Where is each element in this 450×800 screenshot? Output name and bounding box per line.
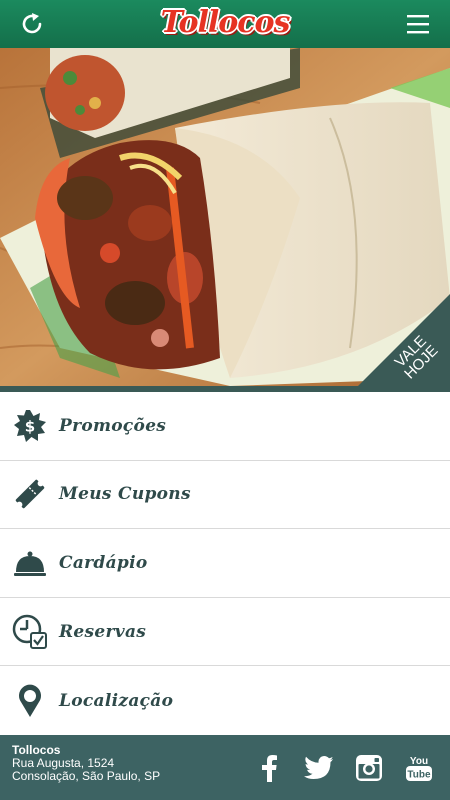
menu-item-label: Cardápio: [59, 552, 148, 573]
twitter-icon[interactable]: [304, 753, 334, 783]
menu-item-label: Meus Cupons: [59, 484, 191, 505]
svg-text:$: $: [25, 417, 35, 435]
menu-item-meus-cupons[interactable]: Meus Cupons: [0, 460, 450, 530]
map-pin-icon: [12, 683, 48, 719]
food-cloche-icon: [12, 545, 48, 581]
menu-item-label: Reservas: [59, 621, 147, 642]
address-block: Tollocos Rua Augusta, 1524 Consolação, S…: [12, 744, 160, 791]
svg-text:You: You: [410, 756, 428, 767]
menu-item-promocoes[interactable]: $ Promoções: [0, 392, 450, 461]
menu-item-label: Promoções: [59, 415, 167, 436]
ticket-icon: [12, 476, 48, 512]
hamburger-menu-icon[interactable]: [400, 6, 436, 42]
refresh-icon[interactable]: [14, 6, 50, 42]
brand-logo: Tollocos: [160, 5, 291, 40]
main-menu: $ Promoções Meus Cupons Cardápio Reserva…: [0, 392, 450, 735]
youtube-icon[interactable]: You Tube: [404, 753, 434, 783]
menu-item-label: Localização: [59, 690, 174, 711]
dollar-badge-icon: $: [12, 408, 48, 444]
menu-item-localizacao[interactable]: Localização: [0, 666, 450, 735]
svg-text:Tube: Tube: [407, 769, 431, 780]
app-header: Tollocos: [0, 0, 450, 48]
instagram-icon[interactable]: [354, 753, 384, 783]
facebook-icon[interactable]: [254, 753, 284, 783]
footer-bar: Tollocos Rua Augusta, 1524 Consolação, S…: [0, 735, 450, 800]
app-screen: Tollocos VALE HOJE $ Promoções Meus Cupo…: [0, 0, 450, 800]
menu-item-cardapio[interactable]: Cardápio: [0, 529, 450, 598]
city-address: Consolação, São Paulo, SP: [12, 769, 161, 783]
hero-food-image[interactable]: VALE HOJE: [0, 48, 450, 386]
menu-item-reservas[interactable]: Reservas: [0, 597, 450, 667]
vale-hoje-ribbon[interactable]: VALE HOJE: [358, 294, 450, 386]
clock-check-icon: [12, 614, 48, 650]
social-links: You Tube: [254, 744, 438, 791]
